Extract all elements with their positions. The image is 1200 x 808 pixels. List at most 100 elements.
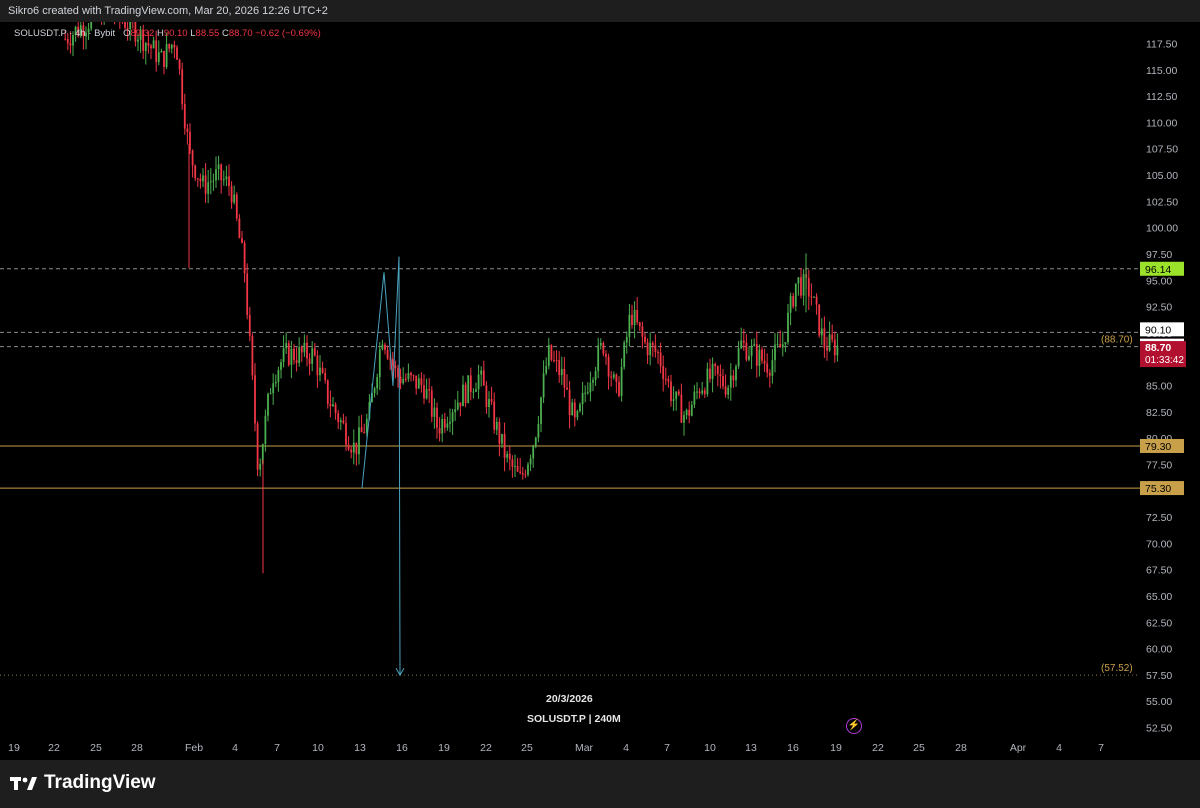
candle-body: [810, 296, 813, 298]
candle-body: [430, 390, 433, 417]
x-tick-label: 28: [955, 742, 967, 754]
candle-body: [472, 391, 475, 393]
y-tick-label: 60.00: [1146, 644, 1172, 656]
candle-body: [477, 374, 480, 390]
candle-body: [670, 381, 672, 401]
x-tick-label: 7: [1098, 742, 1104, 754]
candle-body: [313, 348, 316, 356]
lightning-icon[interactable]: ⚡: [846, 718, 862, 734]
candle-body: [784, 342, 787, 345]
candle-body: [581, 393, 584, 405]
candle-body: [542, 373, 545, 398]
y-tick-label: 110.00: [1146, 117, 1177, 129]
candle-body: [324, 372, 327, 381]
candle-body: [696, 391, 698, 393]
x-tick-label: 16: [396, 742, 408, 754]
candle-body: [488, 399, 490, 408]
candle-body: [306, 342, 308, 359]
candle-body: [750, 345, 753, 356]
candle-body: [222, 179, 225, 181]
y-tick-label: 92.50: [1146, 302, 1172, 314]
y-tick-label: 115.00: [1146, 65, 1177, 77]
candle-body: [464, 384, 467, 404]
candle-body: [685, 409, 688, 416]
candle-body: [813, 296, 815, 298]
x-tick-label: Mar: [575, 742, 594, 754]
candle-body: [137, 39, 139, 42]
candle-body: [612, 374, 615, 378]
candle-body: [178, 59, 181, 70]
price-chart[interactable]: 117.50 115.00 112.50 110.00 107.50 105.00 102.…: [0, 22, 1200, 760]
candle-body: [690, 404, 693, 416]
candle-body: [571, 402, 574, 416]
legend-open-label: O: [123, 28, 131, 39]
candle-body: [547, 345, 550, 367]
x-tick-label: 7: [664, 742, 670, 754]
candle-body: [282, 348, 285, 363]
level-label-96: 96.14: [1145, 264, 1171, 276]
candle-body: [794, 283, 797, 307]
candle-body: [826, 347, 828, 351]
candle-body: [196, 178, 199, 180]
candle-body: [181, 69, 184, 105]
watermark-date: 20/3/2026: [546, 693, 593, 705]
candle-body: [259, 463, 262, 470]
candle-body: [610, 376, 613, 378]
brand[interactable]: TradingView: [10, 772, 156, 794]
candle-body: [407, 373, 410, 380]
candle-body: [285, 343, 288, 349]
candle-body: [493, 401, 496, 430]
candle-body: [443, 418, 446, 428]
y-tick-label: 97.50: [1146, 249, 1172, 261]
candle-body: [766, 363, 769, 373]
candle-body: [339, 420, 342, 423]
legend-close: 88.70: [228, 28, 253, 39]
x-tick-label: 19: [830, 742, 842, 754]
candle-body: [165, 44, 168, 67]
candle-body: [449, 421, 451, 424]
candle-body: [269, 393, 272, 395]
candle-body: [459, 402, 462, 407]
projection-line: [361, 256, 401, 676]
candle-body: [589, 382, 592, 393]
candle-body: [727, 387, 730, 395]
footer-bar: TradingView: [0, 760, 1200, 808]
candle-body: [584, 392, 587, 394]
candle-body: [644, 336, 646, 343]
candle-body: [620, 367, 623, 396]
candle-body: [586, 392, 589, 394]
candle-body: [495, 421, 498, 430]
candle-body: [675, 391, 678, 400]
candle-body: [625, 337, 628, 343]
candle-body: [566, 387, 568, 390]
candle-body: [729, 375, 732, 388]
candle-body: [831, 334, 834, 340]
candle-body: [147, 42, 150, 46]
y-tick-label: 117.50: [1146, 39, 1177, 51]
candle-body: [659, 352, 662, 367]
candle-body: [742, 340, 745, 343]
candle-body: [475, 389, 477, 392]
candle-body: [657, 351, 659, 353]
legend-high-label: H: [156, 28, 164, 39]
x-tick-label: 19: [8, 742, 20, 754]
y-axis: 117.50 115.00 112.50 110.00 107.50 105.00 102.…: [1146, 39, 1178, 735]
candle-body: [555, 359, 558, 361]
candle-body: [688, 409, 691, 416]
candle-body: [768, 372, 771, 376]
x-tick-label: 13: [354, 742, 366, 754]
candle-body: [329, 403, 332, 407]
candle-body: [716, 366, 719, 375]
candle-body: [560, 368, 563, 376]
legend-symbol: SOLUSDT.P · 4h · Bybit: [14, 28, 116, 39]
legend-change: −0.62 (−0.69%): [255, 28, 321, 39]
x-tick-label: 4: [232, 742, 238, 754]
candle-body: [836, 345, 839, 356]
candle-body: [256, 423, 259, 470]
candle-body: [501, 433, 503, 444]
y-tick-label: 55.00: [1146, 696, 1172, 708]
candle-body: [709, 368, 711, 379]
candle-body: [594, 371, 597, 381]
candle-body: [807, 277, 810, 297]
x-tick-label: 4: [1056, 742, 1062, 754]
